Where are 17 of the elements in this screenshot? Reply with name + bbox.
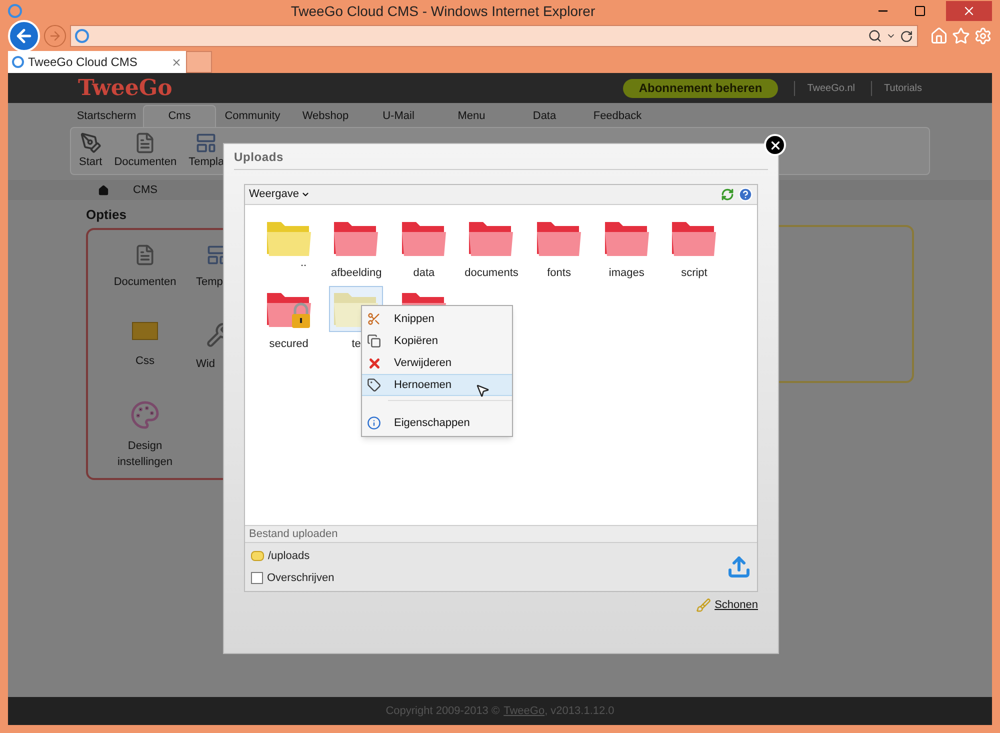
- folder-name: fonts: [547, 266, 571, 281]
- folder-name: secured: [269, 337, 308, 352]
- folder-name: script: [681, 266, 708, 281]
- folder-name: documents: [464, 266, 518, 281]
- upload-section-title: Bestand uploaden: [249, 526, 338, 542]
- dialog-title: Uploads: [234, 144, 768, 170]
- upload-path: /uploads: [268, 548, 310, 564]
- section-heading: Opties: [86, 206, 128, 224]
- folder-name: te: [352, 337, 361, 352]
- folder-name: data: [413, 266, 435, 281]
- tab-label: TweeGo Cloud CMS: [28, 54, 138, 71]
- folder-name: images: [608, 266, 644, 281]
- logo: TweeGo: [78, 74, 174, 102]
- folder-name: ..: [300, 256, 307, 271]
- folder-name: afbeelding: [330, 266, 382, 281]
- checkbox-label: Overschrijven: [267, 571, 334, 586]
- window-title: TweeGo Cloud CMS - Windows Internet Explorer: [290, 2, 596, 21]
